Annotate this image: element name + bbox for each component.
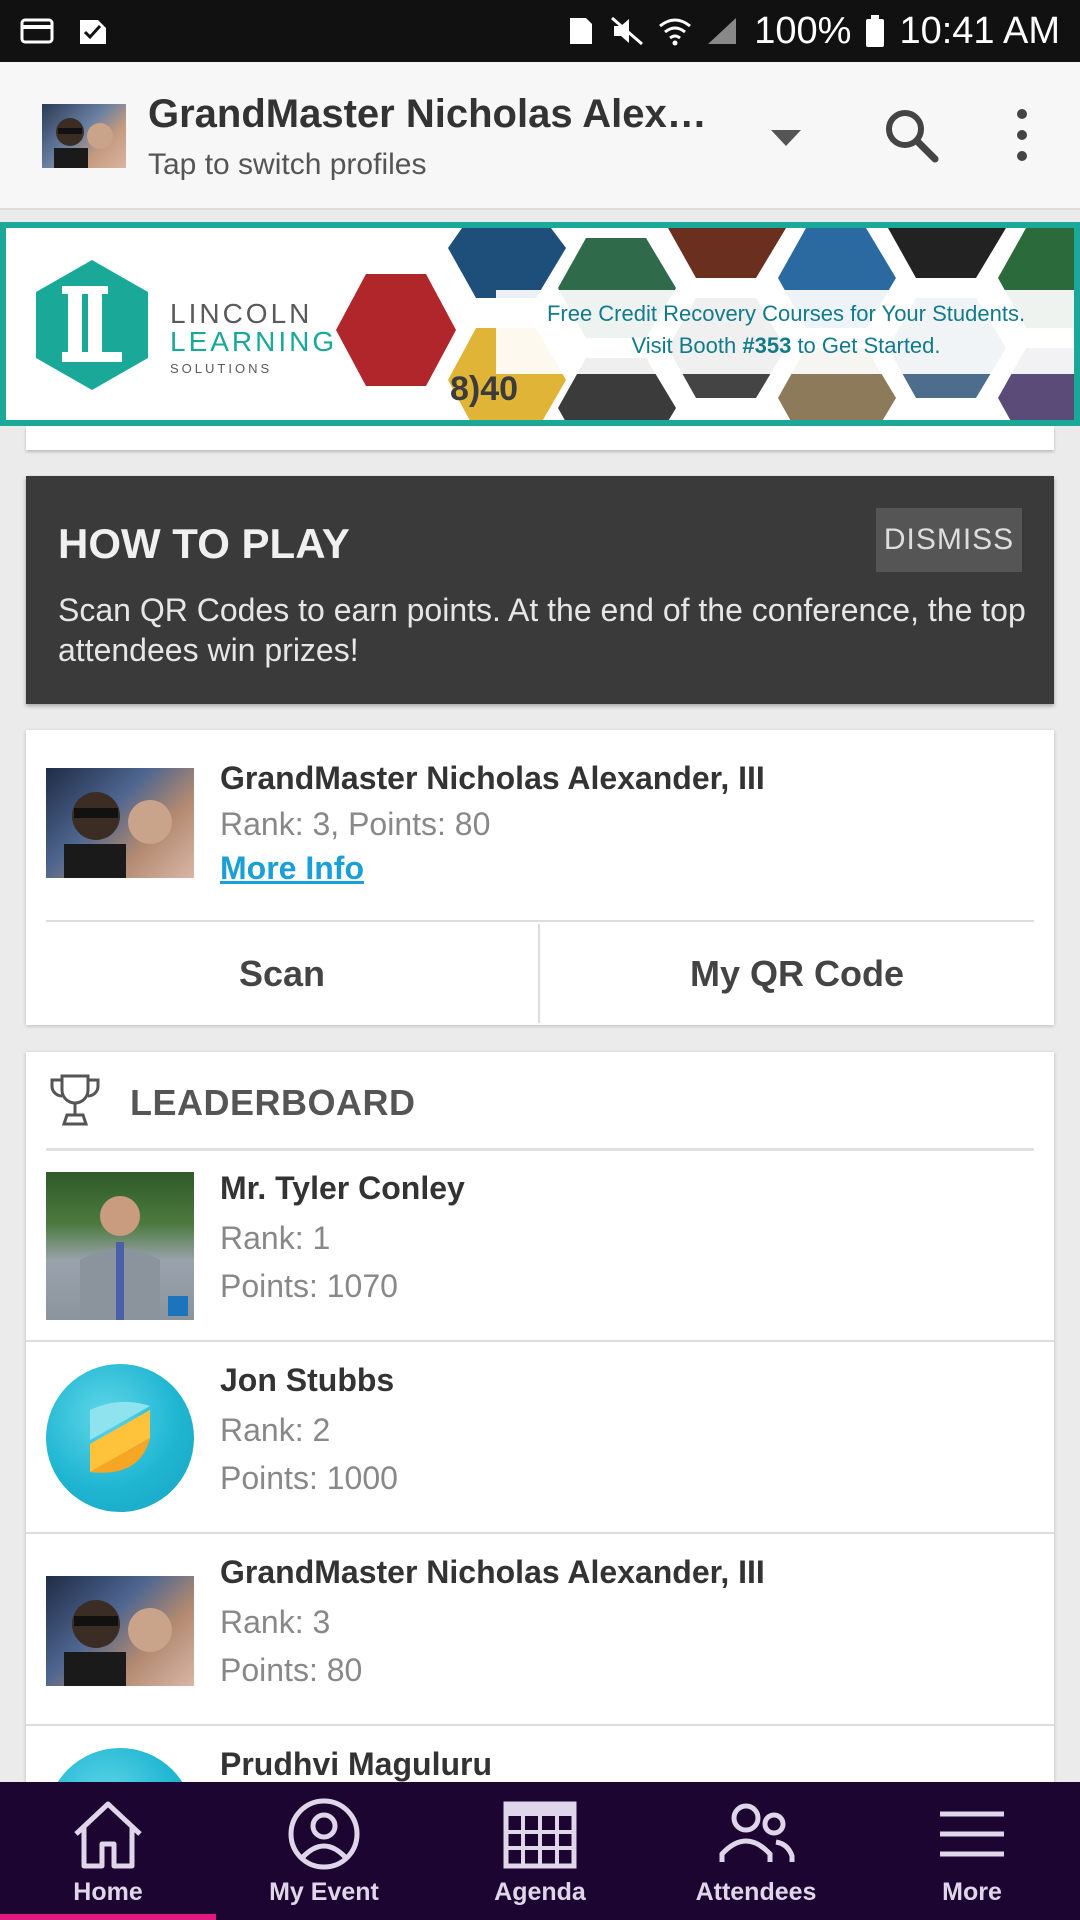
sponsor-banner[interactable]: LINCOLN LEARNING SOLUTIONS 8)40 Free Cre… xyxy=(0,222,1080,426)
leader-rank: Rank: 2 xyxy=(220,1412,331,1448)
how-to-play-title: HOW TO PLAY xyxy=(58,520,350,567)
nav-home[interactable]: Home xyxy=(0,1782,216,1920)
leader-points: Points: 1000 xyxy=(220,1460,398,1496)
banner-caption-line-1: Free Credit Recovery Courses for Your St… xyxy=(546,301,1026,326)
leaderboard-row[interactable]: GrandMaster Nicholas Alexander, III Rank… xyxy=(26,1534,1054,1726)
nav-label: Agenda xyxy=(494,1878,586,1906)
leader-name: Mr. Tyler Conley xyxy=(220,1170,465,1206)
how-to-play-card: HOW TO PLAY DISMISS Scan QR Codes to ear… xyxy=(26,476,1054,704)
my-rank-points: Rank: 3, Points: 80 xyxy=(220,806,491,842)
nav-more[interactable]: More xyxy=(864,1782,1080,1920)
menu-icon xyxy=(940,1811,1004,1857)
nick-photo xyxy=(64,1600,172,1686)
battery-percent: 100% xyxy=(754,9,852,52)
nav-agenda[interactable]: Agenda xyxy=(432,1782,648,1920)
jon-avatar-logo xyxy=(90,1401,150,1473)
profile-photo xyxy=(54,118,113,168)
brand-line-2: LEARNING xyxy=(170,326,338,357)
lincoln-learning-logo xyxy=(36,260,148,390)
banner-math-text: 8)40 xyxy=(450,370,519,408)
leaderboard-row[interactable]: Mr. Tyler Conley Rank: 1 Points: 1070 xyxy=(26,1150,1054,1342)
leader-rank: Rank: 3 xyxy=(220,1604,331,1640)
mute-icon xyxy=(611,16,644,46)
person-circle-icon xyxy=(288,1798,360,1870)
battery-icon xyxy=(866,15,885,47)
banner-caption-line-2: Visit Booth #353 to Get Started. xyxy=(496,330,1074,362)
my-avatar-photo xyxy=(64,792,172,878)
nav-my-event[interactable]: My Event xyxy=(216,1782,432,1920)
caption-pre: Visit Booth xyxy=(631,333,743,358)
avatar xyxy=(46,1748,194,1782)
nav-attendees[interactable]: Attendees xyxy=(648,1782,864,1920)
card-notification-icon xyxy=(20,18,54,44)
leaderboard-title: LEADERBOARD xyxy=(130,1082,416,1123)
wifi-icon xyxy=(659,18,692,46)
signal-icon xyxy=(708,18,737,44)
brand-line-3: SOLUTIONS xyxy=(170,361,273,376)
banner-caption: Free Credit Recovery Courses for Your St… xyxy=(496,290,1074,374)
trophy-icon xyxy=(50,1074,100,1126)
my-qr-code-button[interactable]: My QR Code xyxy=(540,922,1054,1025)
leader-points: Points: 1070 xyxy=(220,1268,398,1304)
leaderboard-row[interactable]: Jon Stubbs Rank: 2 Points: 1000 xyxy=(26,1342,1054,1534)
sd-card-icon xyxy=(570,18,593,44)
people-icon xyxy=(719,1803,795,1862)
leader-name: Prudhvi Maguluru xyxy=(220,1746,492,1782)
profile-name[interactable]: GrandMaster Nicholas Alexa… xyxy=(148,92,728,137)
avatar xyxy=(46,1576,194,1686)
caption-post: to Get Started. xyxy=(791,333,941,358)
more-info-link[interactable]: More Info xyxy=(220,850,364,887)
nav-label: My Event xyxy=(269,1878,379,1906)
calendar-icon xyxy=(503,1801,577,1869)
leader-points: Points: 80 xyxy=(220,1652,363,1688)
my-name: GrandMaster Nicholas Alexander, III xyxy=(220,760,765,796)
leader-rank: Rank: 1 xyxy=(220,1220,331,1256)
task-check-icon xyxy=(80,20,106,44)
nav-label: Attendees xyxy=(695,1878,817,1906)
active-indicator xyxy=(0,1914,216,1920)
booth-number: #353 xyxy=(742,333,792,358)
bottom-nav: Home My Event Agenda Attendees More xyxy=(0,1782,1080,1920)
switch-profile-hint[interactable]: Tap to switch profiles xyxy=(148,148,426,182)
banner-brand: LINCOLN LEARNING SOLUTIONS xyxy=(170,298,338,376)
profile-avatar[interactable] xyxy=(42,104,126,168)
clock: 10:41 AM xyxy=(899,9,1060,52)
search-icon[interactable] xyxy=(880,104,942,166)
overflow-menu-icon[interactable] xyxy=(1000,102,1044,168)
leaderboard-card: LEADERBOARD Mr. Tyler Conley Rank: 1 Poi… xyxy=(26,1052,1054,1782)
status-bar: 100% 10:41 AM xyxy=(0,0,1080,62)
tyler-photo xyxy=(80,1196,188,1320)
scan-button[interactable]: Scan xyxy=(26,922,538,1025)
how-to-play-body: Scan QR Codes to earn points. At the end… xyxy=(58,592,1026,668)
avatar xyxy=(46,1172,194,1320)
avatar xyxy=(46,1364,194,1512)
chevron-down-icon[interactable] xyxy=(765,122,807,152)
app-bar: GrandMaster Nicholas Alexa… Tap to switc… xyxy=(0,62,1080,210)
nav-label: More xyxy=(942,1878,1002,1906)
home-icon xyxy=(74,1801,142,1869)
brand-line-1: LINCOLN xyxy=(170,298,313,329)
leader-name: GrandMaster Nicholas Alexander, III xyxy=(220,1554,765,1590)
card-edge xyxy=(26,426,1054,450)
leaderboard-row[interactable]: Prudhvi Maguluru xyxy=(26,1726,1054,1782)
leaderboard-header: LEADERBOARD xyxy=(26,1052,1054,1151)
leader-name: Jon Stubbs xyxy=(220,1362,395,1398)
my-score-card: GrandMaster Nicholas Alexander, III Rank… xyxy=(26,730,1054,1025)
dismiss-button[interactable]: DISMISS xyxy=(876,508,1022,572)
nav-label: Home xyxy=(73,1878,143,1906)
avatar xyxy=(46,768,194,878)
